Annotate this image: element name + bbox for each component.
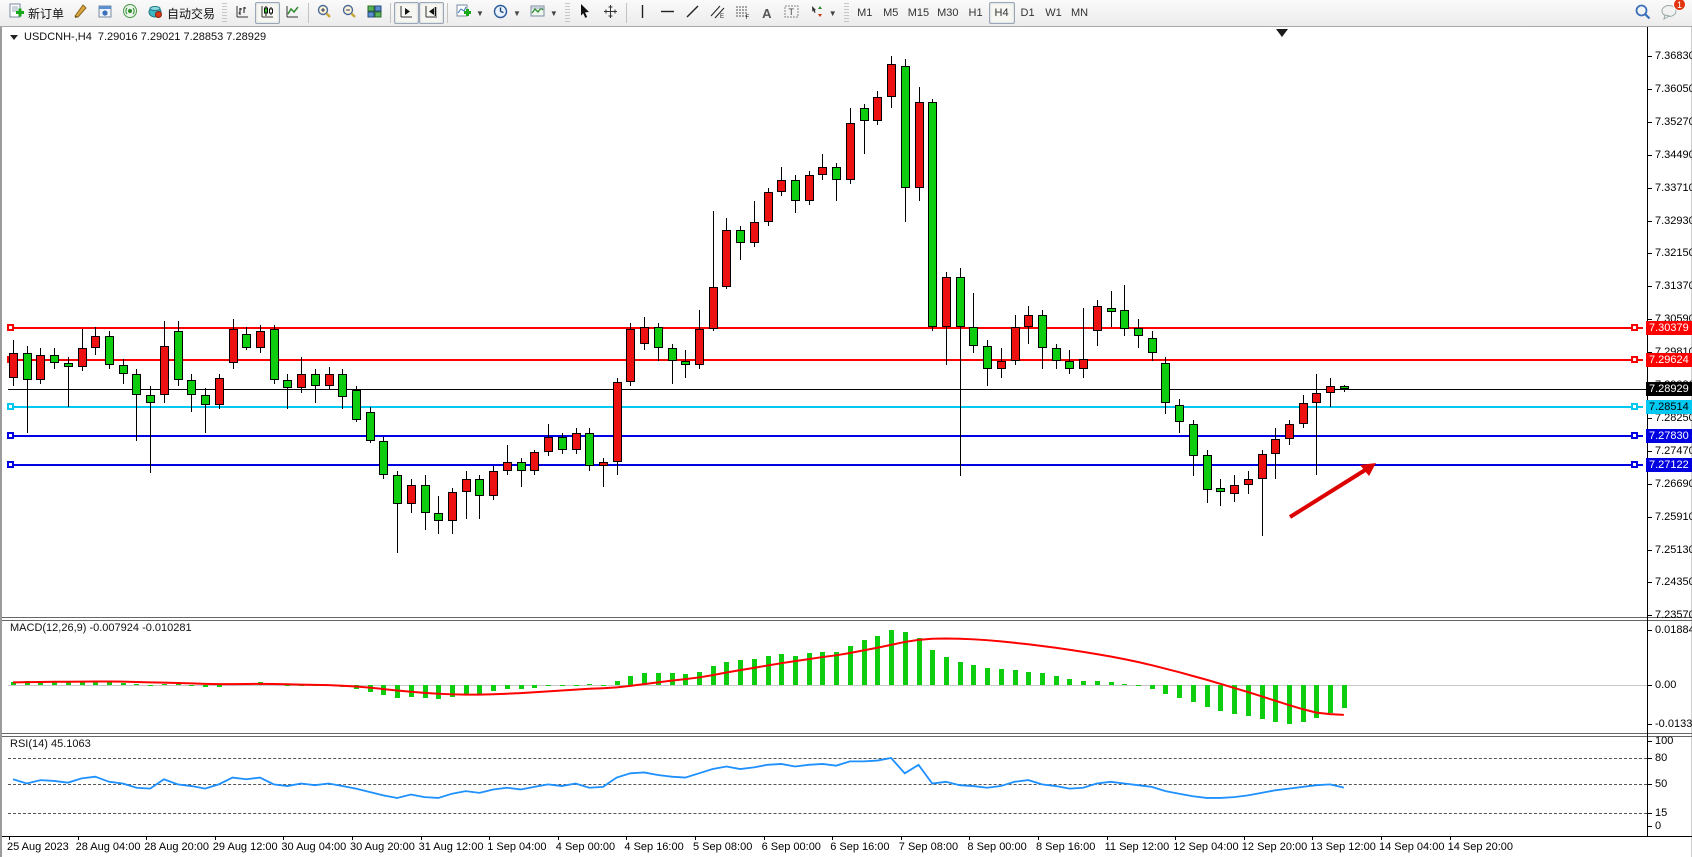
chart-title: USDCNH-,H4 7.29016 7.29021 7.28853 7.289… [10, 31, 266, 43]
auto-scroll-icon [398, 3, 415, 23]
cursor-icon [577, 3, 594, 23]
text-label-icon: T [783, 3, 800, 23]
templates-button[interactable]: ▼ [525, 2, 562, 24]
autotrading-button[interactable]: 自动交易 [143, 2, 219, 24]
tile-windows-button[interactable] [362, 2, 387, 24]
fibonacci-icon: F [734, 3, 751, 23]
notification-badge: 1 [1673, 0, 1686, 11]
crayon-icon [72, 3, 89, 23]
tile-windows-icon [366, 3, 383, 23]
svg-text:E: E [720, 14, 724, 20]
price-tag: 7.30379 [1646, 321, 1692, 335]
timeframe-m30-button[interactable]: M30 [933, 2, 962, 24]
indicators-button[interactable]: ▼ [451, 2, 488, 24]
zoom-out-button[interactable] [337, 2, 362, 24]
toolbar-grip [222, 3, 227, 23]
text-button[interactable]: A [755, 2, 779, 24]
collapse-arrow-icon[interactable] [10, 35, 18, 40]
crosshair-icon [602, 3, 619, 23]
autotrading-label: 自动交易 [167, 5, 215, 22]
timeframe-mn-button[interactable]: MN [1067, 2, 1093, 24]
market-watch-icon [97, 3, 114, 23]
zoom-in-button[interactable] [312, 2, 337, 24]
chart-shift-icon [423, 3, 440, 23]
crosshair-button[interactable] [598, 2, 623, 24]
toolbar-separator [390, 3, 391, 23]
auto-scroll-button[interactable] [394, 2, 419, 24]
vertical-line-icon [634, 3, 651, 23]
price-tag: 7.27830 [1646, 429, 1692, 443]
zoom-out-icon [341, 3, 358, 23]
text-icon: A [762, 6, 771, 21]
timeframe-m15-button[interactable]: M15 [904, 2, 933, 24]
candlestick-chart-button[interactable] [255, 2, 280, 24]
timeframe-m5-button[interactable]: M5 [878, 2, 904, 24]
fibonacci-button[interactable]: F [730, 2, 755, 24]
arrows-icon [808, 3, 825, 23]
ohlc-values: 7.29016 7.29021 7.28853 7.28929 [98, 31, 266, 43]
line-chart-button[interactable] [280, 2, 305, 24]
rsi-label: RSI(14) 45.1063 [10, 738, 91, 750]
price-tag: 7.28514 [1646, 400, 1692, 414]
trendline-button[interactable] [680, 2, 705, 24]
zoom-in-icon [316, 3, 333, 23]
text-label-button[interactable]: T [779, 2, 804, 24]
horizontal-line-button[interactable] [655, 2, 680, 24]
price-tag: 7.27122 [1646, 458, 1692, 472]
bar-chart-icon [234, 3, 251, 23]
equidistant-channel-icon: E [709, 3, 726, 23]
signal-icon [122, 3, 139, 23]
dropdown-caret-icon: ▼ [476, 9, 484, 18]
svg-text:F: F [745, 15, 749, 20]
search-icon [1634, 3, 1652, 24]
horizontal-line-icon [659, 3, 676, 23]
clock-icon [492, 3, 509, 23]
new-order-button[interactable]: 新订单 [4, 2, 68, 24]
bar-chart-button[interactable] [230, 2, 255, 24]
toolbar: 新订单 自动交易 [0, 0, 1692, 27]
timeframe-h4-button[interactable]: H4 [989, 2, 1015, 24]
price-tag: 7.28929 [1646, 382, 1692, 396]
macd-label: MACD(12,26,9) -0.007924 -0.010281 [10, 622, 192, 634]
toolbar-grip [565, 3, 570, 23]
equidistant-channel-button[interactable]: E [705, 2, 730, 24]
chart-shift-button[interactable] [419, 2, 444, 24]
mt4-application: 新订单 自动交易 [0, 0, 1692, 857]
toolbar-separator [447, 3, 448, 23]
autotrading-icon [147, 3, 164, 23]
svg-text:T: T [788, 7, 794, 17]
line-chart-icon [284, 3, 301, 23]
new-order-label: 新订单 [28, 5, 64, 22]
arrows-button[interactable]: ▼ [804, 2, 841, 24]
chart-styles-button[interactable] [68, 2, 93, 24]
periods-button[interactable]: ▼ [488, 2, 525, 24]
symbol-period-label: USDCNH-,H4 [24, 31, 92, 43]
cursor-button[interactable] [573, 2, 598, 24]
timeframe-m1-button[interactable]: M1 [852, 2, 878, 24]
chart-plot-area[interactable]: 7.368307.360507.352707.344907.337107.329… [2, 27, 1692, 857]
dropdown-caret-icon: ▼ [513, 9, 521, 18]
chart-window: USDCNH-,H4 7.29016 7.29021 7.28853 7.289… [0, 27, 1692, 857]
indicators-icon [455, 3, 472, 23]
candlestick-chart-icon [259, 3, 276, 23]
trendline-icon [684, 3, 701, 23]
price-tag: 7.29624 [1646, 353, 1692, 367]
new-order-icon [8, 3, 25, 23]
vertical-line-button[interactable] [630, 2, 655, 24]
arrow-annotation[interactable] [2, 27, 1692, 857]
market-watch-button[interactable] [93, 2, 118, 24]
toolbar-separator [308, 3, 309, 23]
dropdown-caret-icon: ▼ [829, 9, 837, 18]
notifications-button[interactable]: 1 [1656, 2, 1682, 24]
template-icon [529, 3, 546, 23]
timeframe-w1-button[interactable]: W1 [1041, 2, 1067, 24]
alerts-button[interactable] [118, 2, 143, 24]
timeframe-d1-button[interactable]: D1 [1015, 2, 1041, 24]
toolbar-grip [844, 3, 849, 23]
toolbar-separator [626, 3, 627, 23]
search-button[interactable] [1630, 2, 1656, 24]
timeframe-h1-button[interactable]: H1 [963, 2, 989, 24]
dropdown-caret-icon: ▼ [550, 9, 558, 18]
